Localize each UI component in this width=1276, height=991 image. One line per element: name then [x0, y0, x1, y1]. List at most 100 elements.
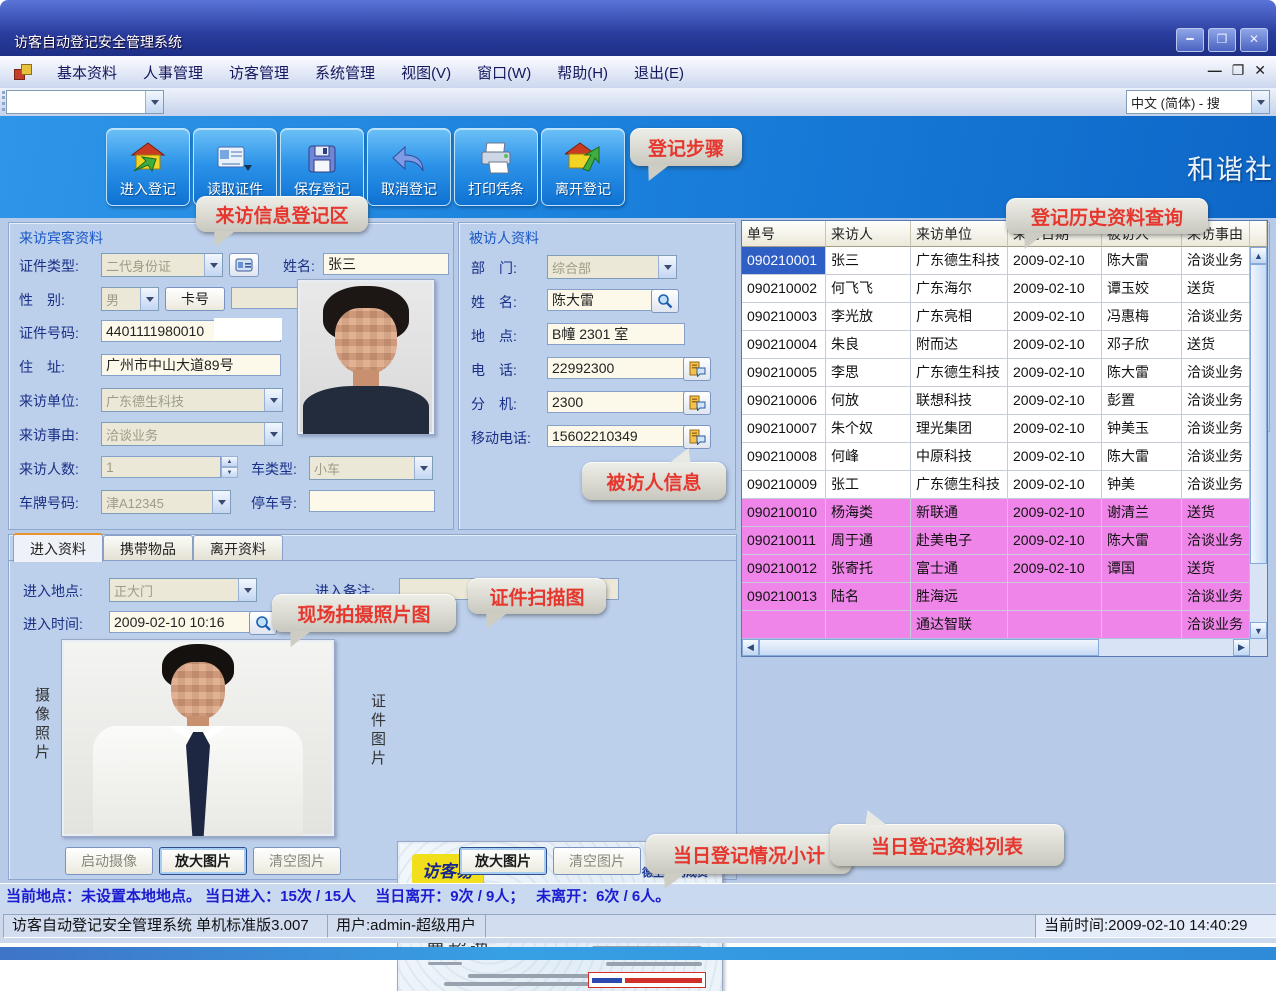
- table-cell[interactable]: 周于通: [826, 527, 911, 555]
- table-cell[interactable]: 谭玉姣: [1102, 275, 1182, 303]
- card-clear-button[interactable]: 清空图片: [553, 847, 641, 875]
- table-cell[interactable]: 新联通: [911, 499, 1008, 527]
- plate-combo[interactable]: 津A12345: [101, 490, 231, 514]
- mdi-minimize-icon[interactable]: —: [1208, 62, 1222, 79]
- table-cell[interactable]: 陈大雷: [1102, 359, 1182, 387]
- table-cell[interactable]: 2009-02-10: [1008, 415, 1102, 443]
- table-cell[interactable]: 2009-02-10: [1008, 331, 1102, 359]
- table-cell[interactable]: 朱良: [826, 331, 911, 359]
- menu-item-exit[interactable]: 退出(E): [621, 58, 697, 87]
- table-cell[interactable]: 090210013: [742, 583, 826, 611]
- entry-time-input[interactable]: [109, 611, 251, 633]
- menu-item-help[interactable]: 帮助(H): [544, 58, 621, 87]
- restore-icon[interactable]: ❐: [1208, 28, 1236, 52]
- mobile-input[interactable]: [547, 425, 685, 447]
- table-cell[interactable]: 2009-02-10: [1008, 247, 1102, 275]
- table-cell[interactable]: 090210010: [742, 499, 826, 527]
- table-cell[interactable]: 2009-02-10: [1008, 275, 1102, 303]
- table-vertical-scrollbar[interactable]: ▲ ▼: [1249, 247, 1267, 639]
- minimize-icon[interactable]: ━: [1176, 28, 1204, 52]
- visit-reason-combo[interactable]: 洽谈业务: [101, 422, 283, 446]
- table-cell[interactable]: 理光集团: [911, 415, 1008, 443]
- vehicle-type-combo[interactable]: 小车: [309, 456, 433, 480]
- table-cell[interactable]: 李思: [826, 359, 911, 387]
- start-camera-button[interactable]: 启动摄像: [65, 847, 153, 875]
- quick-select-combo[interactable]: [6, 90, 164, 114]
- vertical-scroll-thumb[interactable]: [1250, 264, 1267, 564]
- mobile-notify-button[interactable]: [683, 425, 711, 449]
- scroll-down-icon[interactable]: ▼: [1250, 622, 1267, 639]
- card-reader-button[interactable]: [229, 253, 259, 277]
- table-cell[interactable]: 张三: [826, 247, 911, 275]
- print-slip-button[interactable]: 打印凭条: [454, 128, 538, 206]
- gender-combo[interactable]: 男: [101, 287, 159, 311]
- parking-input[interactable]: [309, 490, 435, 512]
- table-cell[interactable]: 090210002: [742, 275, 826, 303]
- address-input[interactable]: [101, 354, 281, 376]
- scroll-up-icon[interactable]: ▲: [1250, 247, 1267, 264]
- enter-register-button[interactable]: 进入登记: [106, 128, 190, 206]
- table-cell[interactable]: 090210004: [742, 331, 826, 359]
- menu-item-window[interactable]: 窗口(W): [464, 58, 544, 87]
- ext-notify-button[interactable]: [683, 391, 711, 415]
- table-row[interactable]: 090210007朱个奴理光集团2009-02-10钟美玉洽谈业务: [742, 415, 1267, 443]
- table-row[interactable]: 通达智联洽谈业务: [742, 611, 1267, 639]
- table-cell[interactable]: 090210001: [742, 247, 826, 275]
- dept-combo[interactable]: 综合部: [547, 255, 677, 279]
- table-cell[interactable]: 2009-02-10: [1008, 555, 1102, 583]
- menu-item-view[interactable]: 视图(V): [388, 58, 464, 87]
- table-cell[interactable]: 杨海类: [826, 499, 911, 527]
- table-cell[interactable]: 2009-02-10: [1008, 359, 1102, 387]
- scroll-left-icon[interactable]: ◀: [742, 639, 759, 656]
- chevron-down-icon[interactable]: [1251, 91, 1269, 113]
- table-cell[interactable]: 090210007: [742, 415, 826, 443]
- card-zoom-button[interactable]: 放大图片: [459, 847, 547, 875]
- table-cell[interactable]: 张寄托: [826, 555, 911, 583]
- table-cell[interactable]: 谭国: [1102, 555, 1182, 583]
- table-cell[interactable]: 2009-02-10: [1008, 499, 1102, 527]
- mdi-restore-icon[interactable]: ❐: [1232, 62, 1245, 79]
- col-header-company[interactable]: 来访单位: [911, 221, 1008, 247]
- horizontal-scroll-thumb[interactable]: [759, 639, 1099, 656]
- table-cell[interactable]: 何飞飞: [826, 275, 911, 303]
- scroll-right-icon[interactable]: ▶: [1233, 639, 1250, 656]
- table-cell[interactable]: 090210008: [742, 443, 826, 471]
- table-cell[interactable]: 090210012: [742, 555, 826, 583]
- table-cell[interactable]: 何放: [826, 387, 911, 415]
- mdi-close-icon[interactable]: ✕: [1254, 62, 1266, 79]
- visit-company-combo[interactable]: 广东德生科技: [101, 388, 283, 412]
- table-cell[interactable]: [1102, 583, 1182, 611]
- col-header-id[interactable]: 单号: [742, 221, 826, 247]
- table-cell[interactable]: 090210009: [742, 471, 826, 499]
- table-cell[interactable]: [1008, 583, 1102, 611]
- tab-entry-info[interactable]: 进入资料: [13, 533, 103, 562]
- photo-zoom-button[interactable]: 放大图片: [159, 847, 247, 875]
- cancel-register-button[interactable]: 取消登记: [367, 128, 451, 206]
- table-cell[interactable]: 李光放: [826, 303, 911, 331]
- cert-type-combo[interactable]: 二代身份证: [101, 253, 223, 277]
- table-cell[interactable]: [1008, 611, 1102, 639]
- ext-input[interactable]: [547, 391, 685, 413]
- table-cell[interactable]: 广东德生科技: [911, 359, 1008, 387]
- table-row[interactable]: 090210001张三广东德生科技2009-02-10陈大雷洽谈业务: [742, 247, 1267, 275]
- table-cell[interactable]: 090210005: [742, 359, 826, 387]
- phone-notify-button[interactable]: [683, 357, 711, 381]
- host-name-input[interactable]: [547, 289, 653, 311]
- table-cell[interactable]: [826, 611, 911, 639]
- table-cell[interactable]: 富士通: [911, 555, 1008, 583]
- table-cell[interactable]: 陈大雷: [1102, 527, 1182, 555]
- table-cell[interactable]: 090210011: [742, 527, 826, 555]
- save-register-button[interactable]: 保存登记: [280, 128, 364, 206]
- menu-item-visitor[interactable]: 访客管理: [216, 58, 302, 87]
- table-row[interactable]: 090210013陆名胜海远洽谈业务: [742, 583, 1267, 611]
- leave-register-button[interactable]: 离开登记: [541, 128, 625, 206]
- table-cell[interactable]: 谢清兰: [1102, 499, 1182, 527]
- read-card-button[interactable]: 读取证件: [193, 128, 277, 206]
- table-cell[interactable]: 陈大雷: [1102, 443, 1182, 471]
- table-cell[interactable]: 附而达: [911, 331, 1008, 359]
- col-header-visitor[interactable]: 来访人: [826, 221, 911, 247]
- tab-leave-info[interactable]: 离开资料: [193, 535, 283, 561]
- menu-item-basic[interactable]: 基本资料: [44, 58, 130, 87]
- table-cell[interactable]: 朱个奴: [826, 415, 911, 443]
- language-bar[interactable]: 中文 (简体) - 搜: [1126, 90, 1270, 114]
